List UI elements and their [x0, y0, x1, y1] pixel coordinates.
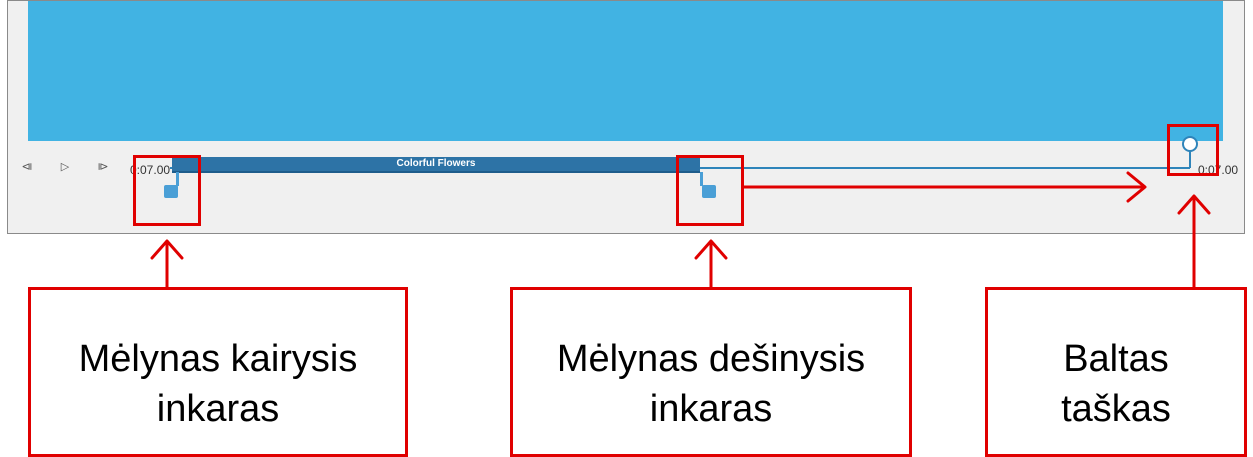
callout-right-line-1: Mėlynas dešinysis [556, 338, 866, 380]
callout-left-line-1: Mėlynas kairysis [78, 338, 358, 380]
callout-right-line-2: inkaras [649, 388, 773, 430]
callout-right-anchor: Mėlynas dešinysis inkaras [510, 287, 912, 457]
callout-dot-line-2: taškas [1061, 388, 1171, 430]
callout-left-anchor: Mėlynas kairysis inkaras [28, 287, 408, 457]
callout-left-line-2: inkaras [156, 388, 280, 430]
callout-white-dot: Baltas taškas [985, 287, 1247, 457]
callout-dot-line-1: Baltas [1063, 338, 1169, 380]
